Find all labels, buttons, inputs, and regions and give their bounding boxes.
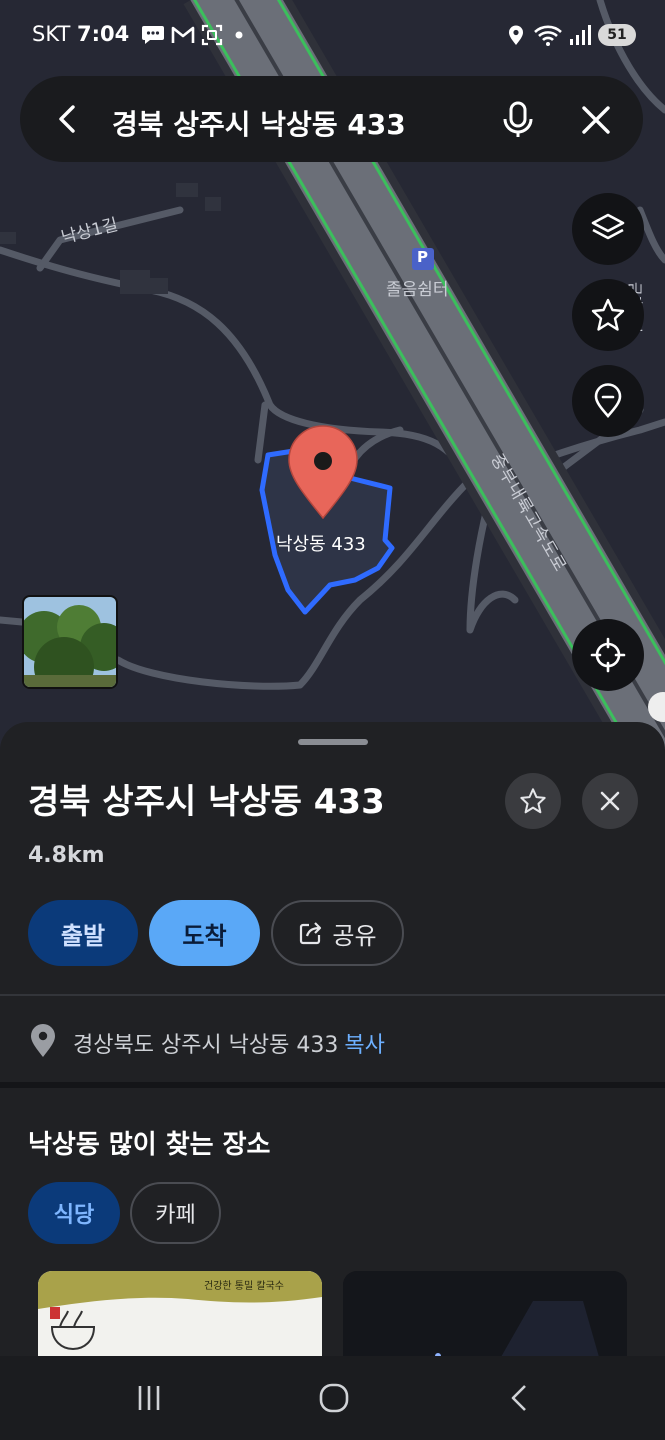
- chip-restaurant[interactable]: 식당: [28, 1182, 120, 1244]
- share-button[interactable]: 공유: [271, 900, 404, 966]
- parking-label: 졸음쉼터: [386, 280, 449, 300]
- section-divider: [0, 1082, 665, 1088]
- back-icon[interactable]: [500, 1378, 540, 1418]
- close-icon: [600, 791, 620, 811]
- address-text: 경상북도 상주시 낙상동 433: [73, 1033, 339, 1058]
- favorites-button[interactable]: [572, 279, 644, 351]
- clock: 7:04: [77, 22, 130, 46]
- chip-cafe[interactable]: 카페: [130, 1182, 221, 1244]
- card-caption: 건강한 통밀 칼국수: [204, 1281, 284, 1292]
- pin-minus-icon: [594, 383, 622, 418]
- system-nav-bar: [0, 1356, 665, 1440]
- divider: [0, 994, 665, 996]
- place-bottom-sheet: 경북 상주시 낙상동 433 4.8km 출발 도착 공유 경상북도 상주시 낙…: [0, 722, 665, 1440]
- dot-icon: [234, 22, 244, 48]
- gmail-icon: [170, 22, 196, 48]
- message-icon: [140, 22, 166, 48]
- nearby-section-title: 낙상동 많이 찾는 장소: [28, 1130, 271, 1160]
- share-icon: [300, 922, 322, 945]
- status-bar: SKT 7:04 51: [0, 0, 665, 70]
- address-row: 경상북도 상주시 낙상동 433 복사: [0, 998, 665, 1084]
- share-label: 공유: [332, 921, 377, 950]
- layers-button[interactable]: [572, 193, 644, 265]
- place-photo-thumbnail[interactable]: [22, 595, 118, 689]
- back-icon[interactable]: [50, 101, 86, 137]
- search-query[interactable]: 경북 상주시 낙상동 433: [112, 103, 406, 143]
- crosshair-icon: [590, 637, 626, 673]
- copy-address-link[interactable]: 복사: [344, 1033, 384, 1058]
- parking-icon-letter: P: [417, 248, 428, 266]
- search-bar[interactable]: 경북 상주시 낙상동 433: [20, 76, 643, 162]
- carrier: SKT: [32, 22, 71, 46]
- home-icon[interactable]: [314, 1378, 354, 1418]
- marker-label: 낙상동 433: [276, 534, 366, 555]
- wifi-icon: [532, 22, 564, 48]
- star-icon: [591, 298, 625, 331]
- close-icon[interactable]: [576, 100, 616, 140]
- mic-icon[interactable]: [498, 100, 538, 140]
- start-button[interactable]: 출발: [28, 900, 138, 966]
- noodle-bowl-icon: [50, 1307, 96, 1351]
- current-location-button[interactable]: [572, 619, 644, 691]
- screen-capture-icon: [200, 22, 224, 48]
- place-title: 경북 상주시 낙상동 433: [28, 782, 385, 822]
- status-time: SKT 7:04: [32, 22, 129, 46]
- location-pin-icon: [31, 1024, 55, 1057]
- star-icon: [520, 788, 546, 814]
- distance-text: 4.8km: [28, 843, 105, 868]
- arrive-button[interactable]: 도착: [149, 900, 260, 966]
- close-sheet-button[interactable]: [582, 773, 638, 829]
- recent-apps-icon[interactable]: [129, 1378, 169, 1418]
- battery-indicator: 51: [598, 24, 636, 46]
- signal-icon: [568, 22, 592, 48]
- layers-icon: [591, 213, 625, 240]
- sheet-drag-handle[interactable]: [298, 739, 368, 745]
- location-icon: [506, 22, 526, 48]
- my-places-button[interactable]: [572, 365, 644, 437]
- save-place-button[interactable]: [505, 773, 561, 829]
